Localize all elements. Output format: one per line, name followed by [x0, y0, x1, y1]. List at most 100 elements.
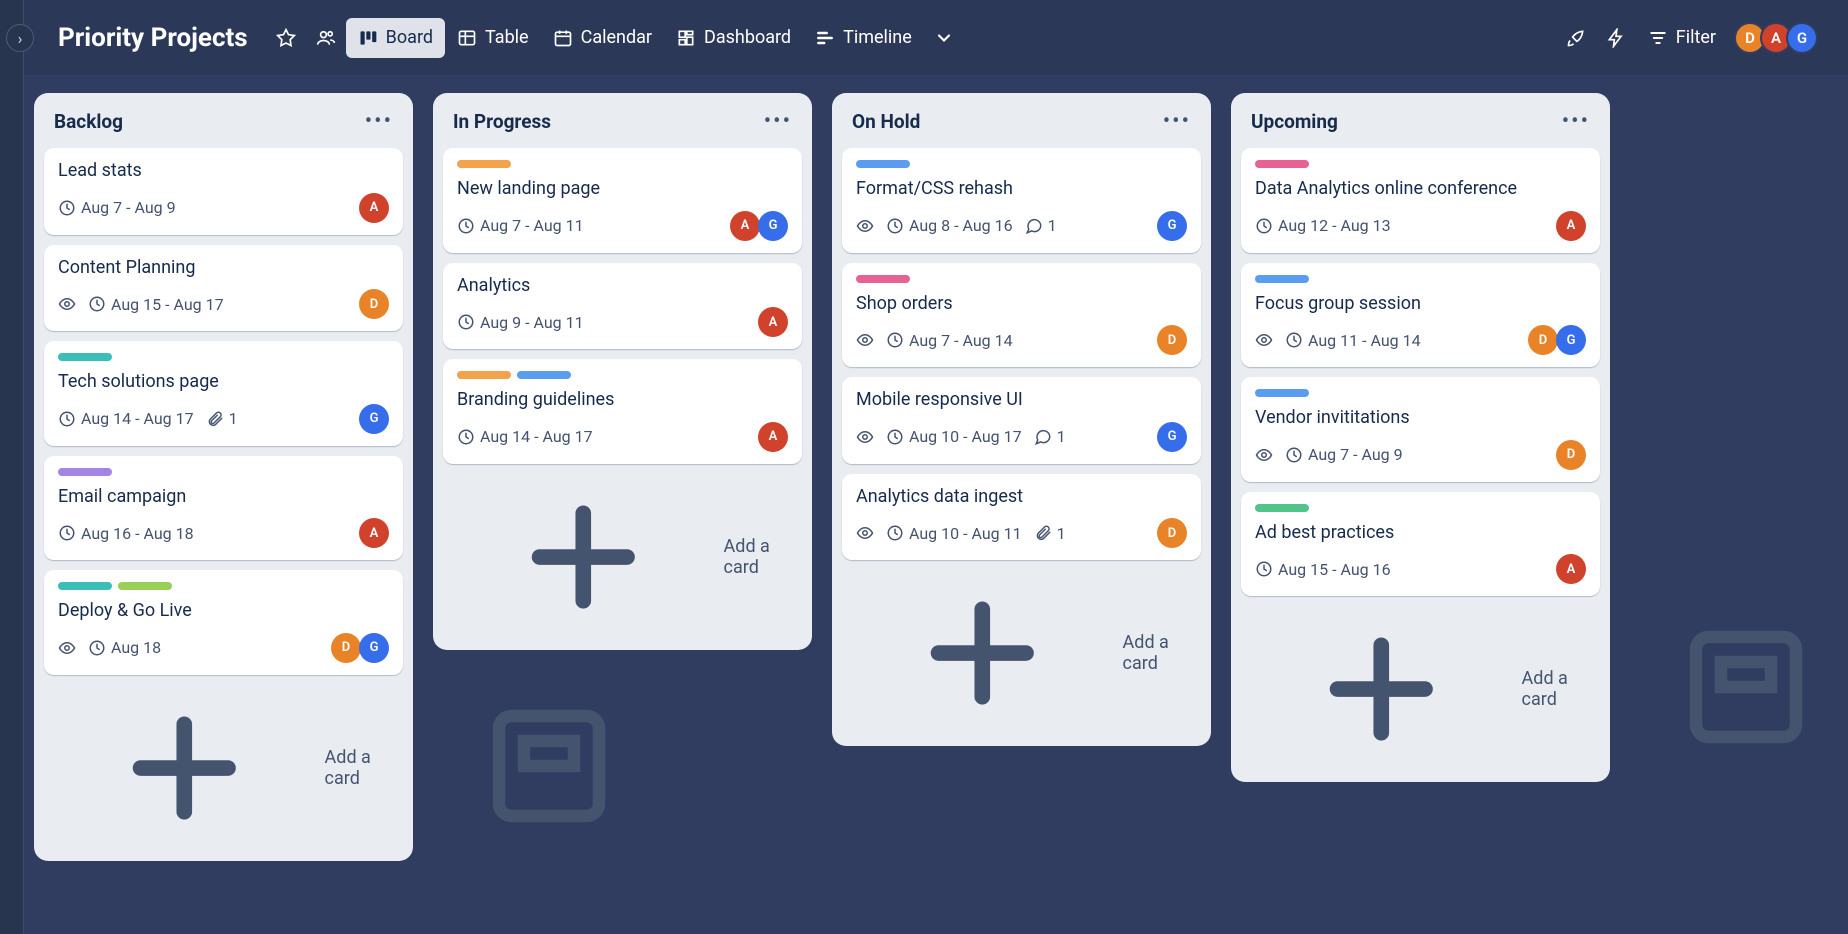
- card-member-avatar[interactable]: D: [1528, 325, 1558, 355]
- view-board-button[interactable]: Board: [346, 18, 445, 58]
- list-menu-button[interactable]: •••: [1562, 109, 1590, 134]
- card[interactable]: Mobile responsive UIAug 10 - Aug 171G: [842, 377, 1201, 464]
- card[interactable]: Deploy & Go Live Aug 18 DG: [44, 570, 403, 675]
- add-card-button[interactable]: Add a card: [852, 578, 1197, 728]
- card-label[interactable]: [1255, 160, 1309, 168]
- card-member-avatar[interactable]: G: [1157, 211, 1187, 241]
- card-template-button[interactable]: [399, 691, 699, 845]
- list-title[interactable]: In Progress: [453, 110, 551, 133]
- add-card-button[interactable]: Add a card: [453, 482, 798, 632]
- due-date: Aug 18: [88, 638, 161, 657]
- card[interactable]: Content PlanningAug 15 - Aug 17D: [44, 245, 403, 332]
- card[interactable]: Analytics data ingestAug 10 - Aug 111D: [842, 474, 1201, 561]
- view-dashboard-button[interactable]: Dashboard: [664, 18, 803, 58]
- card-label[interactable]: [1255, 389, 1309, 397]
- expand-sidebar-button[interactable]: ›: [6, 24, 34, 52]
- card-member-avatar[interactable]: A: [730, 211, 760, 241]
- card[interactable]: Lead statsAug 7 - Aug 9A: [44, 148, 403, 235]
- card-title: Deploy & Go Live: [58, 600, 389, 623]
- card-title: New landing page: [457, 178, 788, 201]
- card-label[interactable]: [457, 160, 511, 168]
- card[interactable]: Data Analytics online conferenceAug 12 -…: [1241, 148, 1600, 253]
- card-member-avatar[interactable]: A: [359, 193, 389, 223]
- due-date: Aug 11 - Aug 14: [1285, 331, 1421, 350]
- card[interactable]: AnalyticsAug 9 - Aug 11A: [443, 263, 802, 350]
- card-member-avatar[interactable]: A: [758, 422, 788, 452]
- card-member-avatar[interactable]: D: [1157, 518, 1187, 548]
- card-label[interactable]: [856, 160, 910, 168]
- powerups-button[interactable]: [1556, 18, 1596, 58]
- card-member-avatar[interactable]: D: [359, 289, 389, 319]
- card-label[interactable]: [856, 275, 910, 283]
- card[interactable]: Vendor invititationsAug 7 - Aug 9D: [1241, 377, 1600, 482]
- card[interactable]: Shop ordersAug 7 - Aug 14D: [842, 263, 1201, 368]
- board-title[interactable]: Priority Projects: [58, 23, 248, 53]
- card-template-button[interactable]: [1596, 612, 1848, 766]
- members-visibility-button[interactable]: [306, 18, 346, 58]
- chevron-down-icon: [934, 28, 954, 48]
- card-member-avatar[interactable]: A: [359, 518, 389, 548]
- card-member-avatar[interactable]: G: [1157, 422, 1187, 452]
- header-member-avatar[interactable]: G: [1786, 22, 1818, 54]
- template-icon: [399, 691, 699, 841]
- filter-button[interactable]: Filter: [1636, 18, 1728, 58]
- star-button[interactable]: [266, 18, 306, 58]
- card-member-avatar[interactable]: A: [1556, 211, 1586, 241]
- card-member-avatar[interactable]: D: [1556, 440, 1586, 470]
- clock-icon: [1285, 446, 1303, 464]
- list-title[interactable]: Backlog: [54, 110, 123, 133]
- board-canvas: Backlog ••• Lead statsAug 7 - Aug 9A Cont…: [24, 75, 1848, 879]
- card[interactable]: Ad best practicesAug 15 - Aug 16A: [1241, 492, 1600, 597]
- list-menu-button[interactable]: •••: [1163, 109, 1191, 134]
- list-title[interactable]: On Hold: [852, 110, 920, 133]
- watch-indicator: [1255, 446, 1273, 464]
- card-title: Focus group session: [1255, 293, 1586, 316]
- list-menu-button[interactable]: •••: [365, 109, 393, 134]
- due-date: Aug 7 - Aug 14: [886, 331, 1013, 350]
- dashboard-icon: [676, 28, 696, 48]
- calendar-icon: [553, 28, 573, 48]
- card[interactable]: New landing pageAug 7 - Aug 11AG: [443, 148, 802, 253]
- card-label[interactable]: [1255, 504, 1309, 512]
- list-menu-button[interactable]: •••: [764, 109, 792, 134]
- card[interactable]: Focus group session Aug 11 - Aug 14 DG: [1241, 263, 1600, 368]
- add-card-button[interactable]: Add a card: [54, 693, 399, 843]
- list-title[interactable]: Upcoming: [1251, 110, 1338, 133]
- due-date: Aug 10 - Aug 11: [886, 524, 1022, 543]
- card-member-avatar[interactable]: A: [758, 307, 788, 337]
- watch-indicator: [1255, 331, 1273, 349]
- card-member-avatar[interactable]: A: [1556, 554, 1586, 584]
- table-icon: [457, 28, 477, 48]
- card-label[interactable]: [58, 468, 112, 476]
- card-labels: [58, 582, 389, 590]
- card-member-avatar[interactable]: G: [359, 404, 389, 434]
- card-title: Ad best practices: [1255, 522, 1586, 545]
- card-member-avatar[interactable]: D: [1157, 325, 1187, 355]
- automation-button[interactable]: [1596, 18, 1636, 58]
- card-label[interactable]: [517, 371, 571, 379]
- add-card-button[interactable]: Add a card: [1251, 614, 1596, 764]
- card[interactable]: Email campaignAug 16 - Aug 18A: [44, 456, 403, 561]
- card-member-avatar[interactable]: G: [359, 633, 389, 663]
- card-label[interactable]: [457, 371, 511, 379]
- eye-icon: [856, 428, 874, 446]
- card-label[interactable]: [1255, 275, 1309, 283]
- card-title: Analytics: [457, 275, 788, 298]
- card-member-avatar[interactable]: G: [758, 211, 788, 241]
- card[interactable]: Tech solutions pageAug 14 - Aug 171G: [44, 341, 403, 446]
- card-member-avatar[interactable]: D: [331, 633, 361, 663]
- clock-icon: [88, 639, 106, 657]
- comment-icon: [1034, 428, 1052, 446]
- card-label[interactable]: [58, 353, 112, 361]
- view-timeline-button[interactable]: Timeline: [803, 18, 924, 58]
- view-calendar-button[interactable]: Calendar: [541, 18, 664, 58]
- card[interactable]: Branding guidelinesAug 14 - Aug 17A: [443, 359, 802, 464]
- card[interactable]: Format/CSS rehashAug 8 - Aug 161G: [842, 148, 1201, 253]
- clock-icon: [457, 428, 475, 446]
- card-label[interactable]: [118, 582, 172, 590]
- view-table-button[interactable]: Table: [445, 18, 541, 58]
- more-views-button[interactable]: [924, 18, 964, 58]
- clock-icon: [886, 524, 904, 542]
- card-label[interactable]: [58, 582, 112, 590]
- card-member-avatar[interactable]: G: [1556, 325, 1586, 355]
